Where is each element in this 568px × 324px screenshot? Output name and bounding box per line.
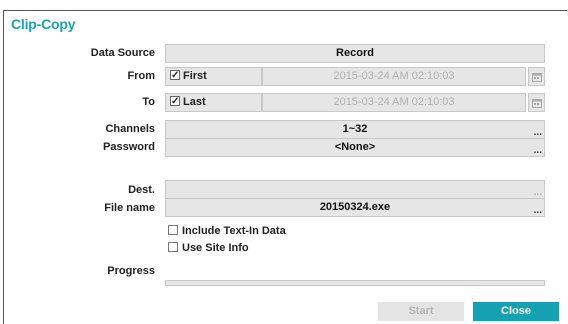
use-site-info-box bbox=[168, 242, 178, 252]
password-browse-button[interactable]: ... bbox=[534, 146, 542, 156]
password-value: <None> bbox=[334, 141, 376, 153]
progress-label: Progress bbox=[107, 265, 155, 277]
to-calendar-button[interactable] bbox=[528, 93, 545, 112]
from-calendar-button[interactable] bbox=[528, 67, 545, 86]
from-first-checkbox[interactable]: First bbox=[165, 67, 262, 86]
from-datetime-field[interactable]: 2015-03-24 AM 02:10:03 bbox=[262, 67, 526, 86]
data-source-value: Record bbox=[336, 47, 374, 59]
data-source-select[interactable]: Record bbox=[165, 44, 545, 63]
last-checkbox-label: Last bbox=[183, 96, 206, 108]
channels-browse-button[interactable]: ... bbox=[534, 128, 542, 138]
include-text-in-checkbox[interactable]: Include Text-In Data bbox=[168, 224, 286, 238]
file-name-field[interactable]: 20150324.exe ... bbox=[165, 198, 545, 217]
first-checkbox-label: First bbox=[183, 70, 207, 82]
channels-field[interactable]: 1~32 ... bbox=[165, 120, 545, 139]
use-site-info-checkbox[interactable]: Use Site Info bbox=[168, 241, 249, 255]
dest-label: Dest. bbox=[128, 184, 155, 196]
from-datetime-value: 2015-03-24 AM 02:10:03 bbox=[333, 70, 455, 82]
start-button[interactable]: Start bbox=[378, 302, 464, 321]
from-label: From bbox=[127, 70, 156, 82]
last-check-icon bbox=[170, 93, 180, 110]
first-check-icon bbox=[170, 67, 180, 84]
file-name-label: File name bbox=[104, 202, 155, 214]
password-field[interactable]: <None> ... bbox=[165, 138, 545, 157]
file-name-edit-button[interactable]: ... bbox=[534, 206, 542, 216]
password-label: Password bbox=[103, 141, 155, 153]
dest-field[interactable]: ... bbox=[165, 180, 545, 199]
calendar-icon bbox=[532, 73, 542, 82]
channels-label: Channels bbox=[105, 123, 155, 135]
to-last-checkbox[interactable]: Last bbox=[165, 93, 262, 112]
to-label: To bbox=[142, 96, 155, 108]
dialog-title: Clip-Copy bbox=[11, 16, 76, 32]
progress-bar bbox=[165, 280, 545, 286]
dest-browse-button[interactable]: ... bbox=[534, 188, 542, 198]
include-text-in-box bbox=[168, 225, 178, 235]
to-datetime-value: 2015-03-24 AM 02:10:03 bbox=[333, 96, 455, 108]
include-text-in-label: Include Text-In Data bbox=[182, 225, 286, 237]
channels-value: 1~32 bbox=[342, 123, 368, 135]
use-site-info-label: Use Site Info bbox=[182, 242, 249, 254]
to-datetime-field[interactable]: 2015-03-24 AM 02:10:03 bbox=[262, 93, 526, 112]
file-name-value: 20150324.exe bbox=[319, 201, 391, 213]
data-source-label: Data Source bbox=[90, 47, 155, 59]
calendar-icon bbox=[532, 99, 542, 108]
close-button[interactable]: Close bbox=[473, 302, 559, 321]
